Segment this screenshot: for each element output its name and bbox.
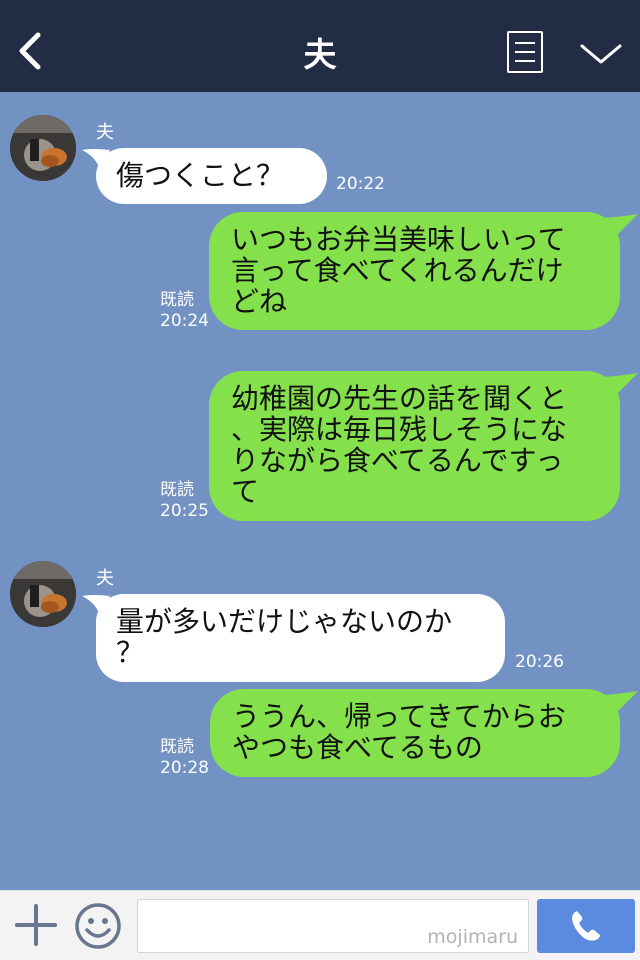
message-line: ううん、帰ってきてからお bbox=[232, 700, 566, 733]
message-line: ？ bbox=[116, 636, 145, 669]
message-line: て bbox=[231, 475, 260, 508]
chat-header: 夫 bbox=[0, 0, 640, 92]
add-attachment-button[interactable] bbox=[14, 903, 58, 947]
chevron-left-icon bbox=[19, 32, 41, 70]
read-receipt: 既読 20:24 bbox=[160, 290, 209, 332]
message-text-field[interactable]: mojimaru bbox=[137, 899, 529, 953]
incoming-message-bubble[interactable]: 量が多いだけじゃないのか ？ bbox=[96, 594, 505, 682]
read-receipt: 既読 20:28 bbox=[160, 737, 209, 779]
message-time: 20:22 bbox=[336, 174, 385, 194]
sender-name: 夫 bbox=[96, 568, 114, 589]
message-line: 量が多いだけじゃないのか bbox=[116, 605, 453, 638]
message-text: 傷つくこと？ bbox=[116, 159, 285, 192]
bubble-tail bbox=[600, 373, 638, 397]
outgoing-message-bubble[interactable]: 幼稚園の先生の話を聞くと 、実際は毎日残しそうにな りながら食べてるんですっ て bbox=[209, 371, 620, 521]
message-time: 20:26 bbox=[515, 652, 564, 672]
phone-icon bbox=[572, 911, 600, 941]
chevron-down-icon bbox=[580, 44, 622, 64]
avatar-photo bbox=[10, 115, 76, 181]
sender-name: 夫 bbox=[96, 122, 114, 143]
message-line: やつも食べてるもの bbox=[232, 731, 483, 764]
back-button[interactable] bbox=[14, 30, 48, 72]
message-line: 幼稚園の先生の話を聞くと bbox=[231, 382, 568, 415]
message-time: 20:28 bbox=[160, 758, 209, 778]
bubble-tail bbox=[600, 691, 638, 715]
message-input-bar: mojimaru bbox=[0, 890, 640, 960]
message-time: 20:25 bbox=[160, 501, 209, 521]
incoming-message-bubble[interactable]: 傷つくこと？ bbox=[96, 148, 327, 204]
avatar[interactable] bbox=[10, 115, 76, 181]
message-line: 、実際は毎日残しそうにな bbox=[231, 413, 568, 446]
avatar[interactable] bbox=[10, 561, 76, 627]
bubble-tail bbox=[600, 214, 638, 238]
watermark: mojimaru bbox=[427, 926, 518, 948]
read-label: 既読 bbox=[160, 737, 194, 757]
read-receipt: 既読 20:25 bbox=[160, 480, 209, 522]
message-time: 20:24 bbox=[160, 311, 209, 331]
read-label: 既読 bbox=[160, 480, 194, 500]
chat-title: 夫 bbox=[303, 35, 337, 74]
message-line: りながら食べてるんですっ bbox=[231, 444, 564, 477]
menu-dropdown-button[interactable] bbox=[578, 40, 624, 68]
message-line: いつもお弁当美味しいって bbox=[231, 223, 566, 256]
smiley-icon bbox=[75, 903, 121, 949]
outgoing-message-bubble[interactable]: ううん、帰ってきてからお やつも食べてるもの bbox=[210, 689, 620, 777]
message-line: どね bbox=[231, 285, 288, 318]
call-button[interactable] bbox=[537, 899, 635, 953]
plus-icon bbox=[15, 904, 57, 946]
message-line: 言って食べてくれるんだけ bbox=[231, 254, 564, 287]
avatar-photo bbox=[10, 561, 76, 627]
read-label: 既読 bbox=[160, 290, 194, 310]
emoji-button[interactable] bbox=[74, 902, 122, 950]
notes-button[interactable] bbox=[507, 31, 543, 73]
outgoing-message-bubble[interactable]: いつもお弁当美味しいって 言って食べてくれるんだけ どね bbox=[209, 212, 620, 330]
